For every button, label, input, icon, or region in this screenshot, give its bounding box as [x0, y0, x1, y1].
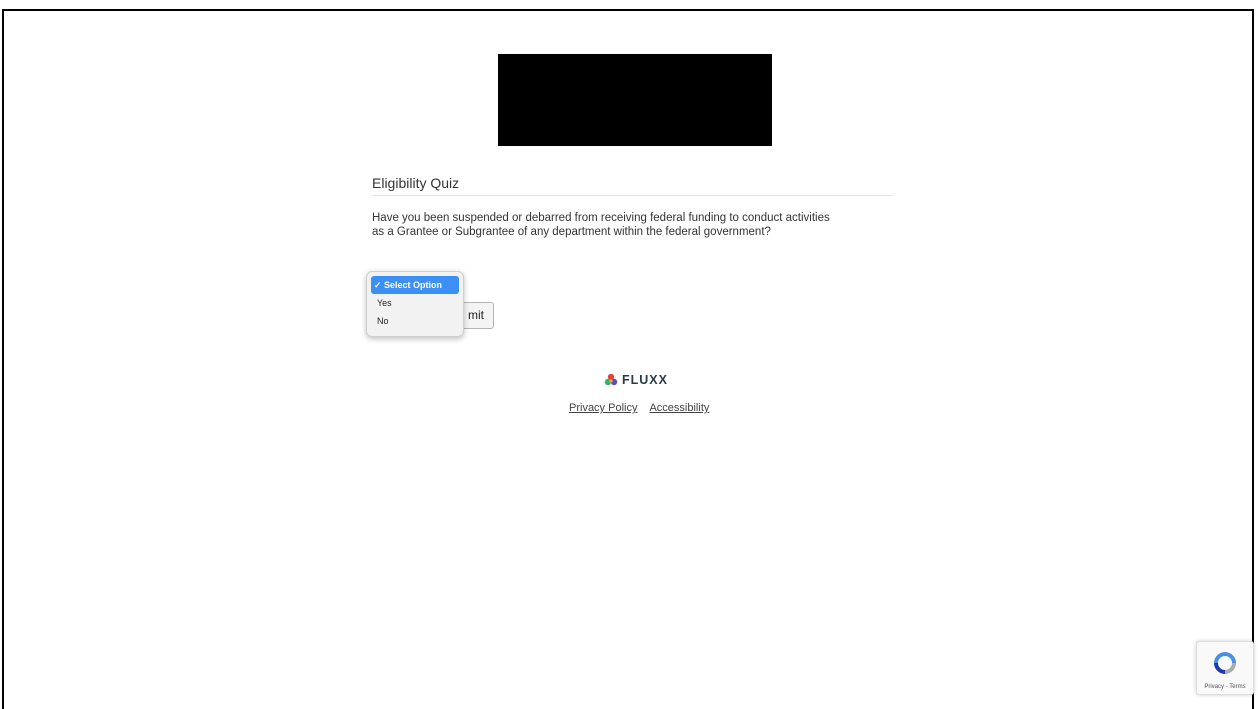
privacy-policy-link[interactable]: Privacy Policy	[569, 402, 637, 414]
dropdown-option-yes[interactable]: Yes	[371, 294, 459, 312]
footer-links: Privacy Policy Accessibility	[569, 402, 721, 414]
select-option-dropdown[interactable]: ✓ Select Option Yes No	[366, 271, 464, 337]
recaptcha-icon	[1214, 652, 1236, 674]
check-icon: ✓	[374, 280, 382, 290]
dropdown-option-select-option[interactable]: ✓ Select Option	[371, 276, 459, 294]
dropdown-option-no[interactable]: No	[371, 312, 459, 330]
fluxx-brand: FLUXX	[604, 373, 668, 387]
recaptcha-text: Privacy - Terms	[1204, 684, 1246, 690]
redacted-logo	[498, 54, 772, 146]
brand-name: FLUXX	[622, 373, 668, 387]
quiz-question: Have you been suspended or debarred from…	[372, 212, 830, 238]
accessibility-link[interactable]: Accessibility	[649, 402, 709, 414]
quiz-title: Eligibility Quiz	[372, 175, 893, 196]
fluxx-logo-icon	[604, 373, 618, 386]
option-label: Select Option	[384, 280, 443, 290]
recaptcha-badge[interactable]: Privacy - Terms	[1196, 641, 1254, 695]
